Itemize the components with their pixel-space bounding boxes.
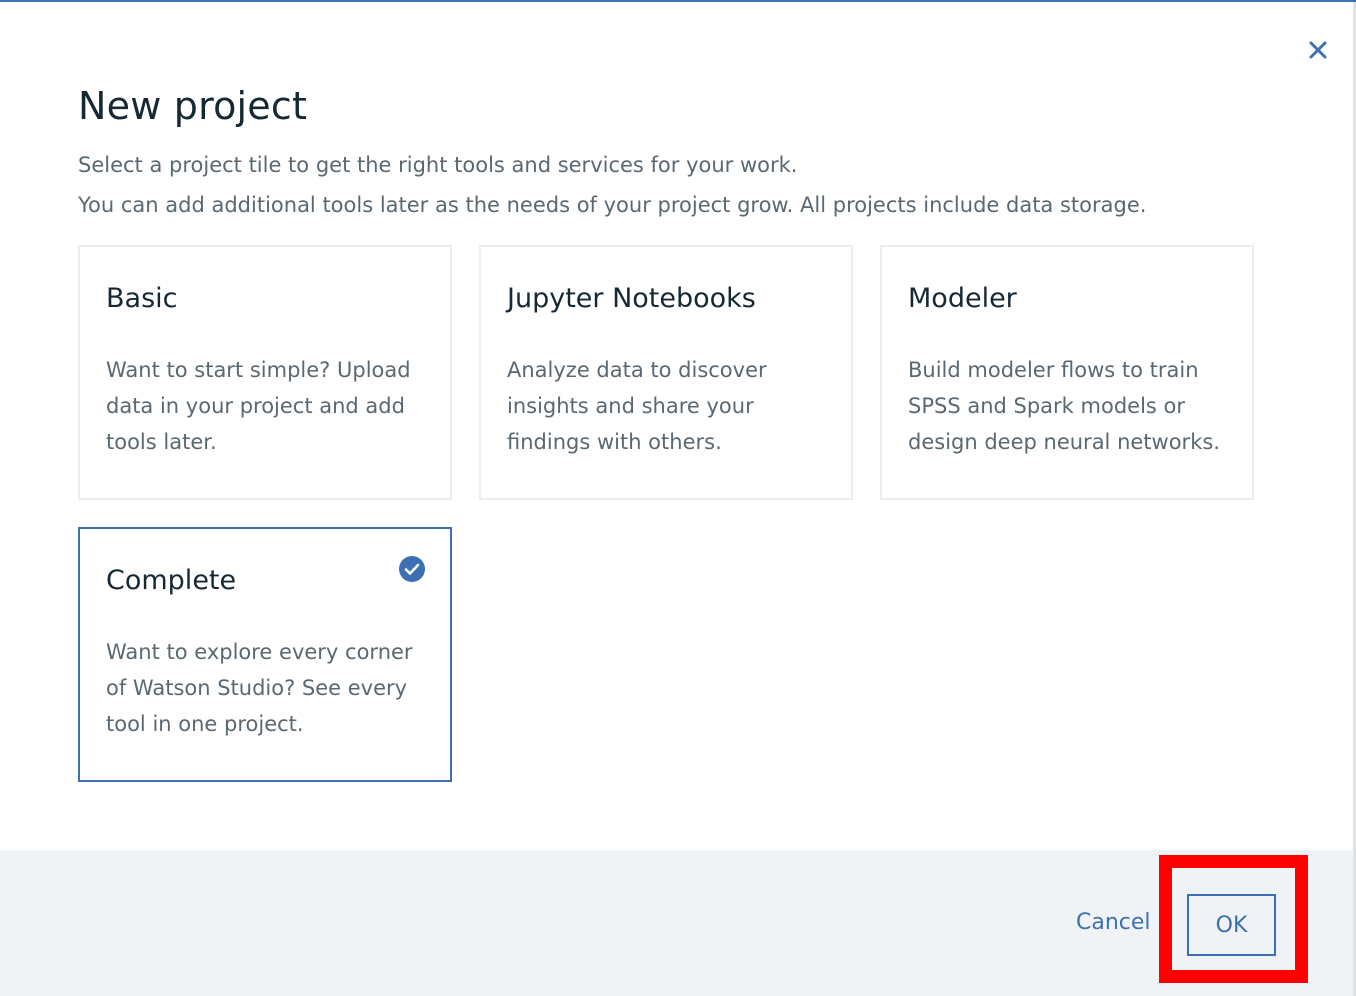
tile-description: Analyze data to discover insights and sh… <box>507 358 767 454</box>
tile-modeler[interactable]: Modeler Build modeler flows to train SPS… <box>880 245 1254 500</box>
dialog-description-line-1: Select a project tile to get the right t… <box>78 153 798 177</box>
tile-title: Jupyter Notebooks <box>507 283 756 314</box>
tile-description: Want to start simple? Upload data in you… <box>106 358 411 454</box>
dialog-title: New project <box>78 84 308 128</box>
cancel-button[interactable]: Cancel <box>1076 910 1151 935</box>
tile-description: Want to explore every corner of Watson S… <box>106 640 413 736</box>
tile-basic[interactable]: Basic Want to start simple? Upload data … <box>78 245 452 500</box>
close-icon <box>1309 41 1327 59</box>
tile-complete[interactable]: Complete Want to explore every corner of… <box>78 527 452 782</box>
tile-title: Complete <box>106 565 237 596</box>
checkmark-circle-icon <box>399 556 425 582</box>
close-button[interactable] <box>1306 38 1330 62</box>
tile-jupyter-notebooks[interactable]: Jupyter Notebooks Analyze data to discov… <box>479 245 853 500</box>
dialog-description-line-2: You can add additional tools later as th… <box>78 193 1147 217</box>
tile-description: Build modeler flows to train SPSS and Sp… <box>908 358 1220 454</box>
new-project-dialog: New project Select a project tile to get… <box>0 0 1356 996</box>
tile-title: Modeler <box>908 283 1017 314</box>
tile-title: Basic <box>106 283 178 314</box>
ok-button[interactable]: OK <box>1187 894 1276 956</box>
